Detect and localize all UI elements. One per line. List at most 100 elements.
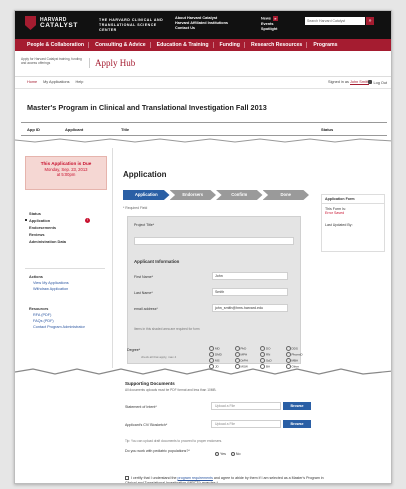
tagline: Apply for Harvard Catalyst training, fun… — [21, 57, 82, 65]
sidebar-item-status[interactable]: Status — [29, 210, 66, 217]
statement-browse-button[interactable]: Browse — [283, 402, 311, 410]
sidebar-item-admin-data[interactable]: Administration Data — [29, 238, 66, 245]
sidebar-item-application[interactable]: Application — [25, 217, 66, 224]
applicant-fields-box: Project Title* Applicant Information Fir… — [127, 216, 301, 364]
first-name-label: First Name* — [134, 275, 153, 279]
resources-section: Resources RFA (PDF) FAQs (PDF) Contact P… — [29, 306, 89, 330]
page-title: Apply Hub — [89, 58, 135, 68]
supporting-documents-heading: Supporting Documents — [125, 381, 175, 386]
breadcrumb-my-applications[interactable]: My Applications — [43, 80, 69, 84]
statement-file-input[interactable]: Upload a File — [211, 402, 281, 410]
degree-option[interactable]: PhD — [235, 346, 261, 351]
program-requirements-link[interactable]: program requirements — [178, 476, 213, 480]
applicant-info-heading: Applicant Information — [134, 259, 180, 264]
nav-item-research[interactable]: Research Resources — [247, 42, 308, 48]
center-name: THE HARVARD CLINICAL AND TRANSLATIONAL S… — [99, 18, 164, 32]
due-time: at 5:00pm — [56, 172, 76, 177]
actions-section: Actions View My Applications Withdraw Ap… — [29, 274, 69, 292]
nav-item-funding[interactable]: Funding — [216, 42, 245, 48]
right-sidebar: Application Form This Form Is: Error Sav… — [317, 148, 387, 373]
top-links-right: News» Events Spotlight — [261, 16, 278, 32]
degree-option[interactable]: DO — [260, 346, 286, 351]
top-links-left: About Harvard Catalyst Harvard Affiliate… — [175, 16, 228, 31]
logo-line2: CATALYST — [40, 22, 78, 29]
contact-link[interactable]: Contact Us — [175, 26, 228, 31]
rss-icon[interactable]: » — [272, 16, 278, 21]
application-nav: Status Application Endorsements Reviews … — [25, 210, 66, 245]
statement-label: Statement of Intent* — [125, 405, 157, 409]
last-name-input[interactable]: Smith — [212, 288, 288, 296]
withdraw-application-link[interactable]: Withdraw Application — [29, 286, 69, 292]
sidebar-item-reviews[interactable]: Reviews — [29, 231, 66, 238]
degree-option[interactable]: RN — [260, 352, 286, 357]
shield-icon — [25, 16, 36, 30]
pediatric-yes-radio[interactable] — [215, 452, 219, 457]
news-link[interactable]: News — [261, 17, 271, 21]
step-endorsers[interactable]: Endorsers — [169, 190, 216, 200]
degree-option[interactable]: DMD — [209, 352, 235, 357]
degree-option[interactable]: MD — [209, 346, 235, 351]
nav-item-consulting[interactable]: Consulting & Advice — [91, 42, 151, 48]
nav-item-education[interactable]: Education & Training — [153, 42, 214, 48]
degree-option[interactable]: DDS — [286, 346, 312, 351]
nav-item-people[interactable]: People & Collaboration — [23, 42, 90, 48]
email-label: email address* — [134, 307, 158, 311]
fields-note: Items in this shaded area are required f… — [134, 327, 200, 331]
first-name-input[interactable]: John — [212, 272, 288, 280]
col-status: Status — [321, 127, 334, 132]
upload-tip: Tip: You can upload draft documents to p… — [125, 439, 223, 443]
torn-edge-divider — [15, 138, 391, 143]
application-form: Application Application Endorsers Confir… — [119, 148, 309, 373]
logout-button[interactable]: Log Out — [368, 80, 387, 85]
step-done[interactable]: Done — [262, 190, 309, 200]
spotlight-link[interactable]: Spotlight — [261, 27, 278, 32]
sidebar-item-endorsements[interactable]: Endorsements — [29, 224, 66, 231]
logout-icon — [368, 80, 373, 84]
degree-option[interactable]: MPH — [235, 352, 261, 357]
degree-option[interactable]: DrPH — [235, 358, 261, 363]
pediatric-no-radio[interactable] — [230, 452, 235, 457]
left-sidebar: This Application is Due Monday, Sep. 23,… — [21, 148, 113, 368]
col-app-id: App ID — [27, 127, 40, 132]
cv-file-input[interactable]: Upload a File — [211, 420, 281, 428]
application-table-header: App ID Applicant Title Status — [21, 122, 387, 136]
degree-label: Degree* — [127, 348, 141, 352]
email-input[interactable]: john_smith@hms.harvard.edu — [212, 304, 288, 312]
breadcrumb-bar: Home My Applications Help Signed in as J… — [15, 77, 391, 89]
col-applicant: Applicant — [65, 127, 84, 132]
main-nav: People & Collaboration Consulting & Advi… — [15, 39, 391, 51]
error-badge: ! — [85, 218, 90, 223]
form-heading: Application — [123, 170, 167, 179]
degree-hint: check all that apply, max 4 — [141, 355, 177, 359]
page-sheet: HARVARD CATALYST THE HARVARD CLINICAL AN… — [14, 10, 392, 484]
torn-edge-divider-lower — [15, 368, 391, 375]
harvard-catalyst-logo[interactable]: HARVARD CATALYST — [25, 16, 78, 30]
project-title-label: Project Title* — [134, 223, 155, 227]
breadcrumb: Home My Applications Help — [27, 80, 83, 84]
nav-item-programs[interactable]: Programs — [309, 42, 341, 48]
col-title: Title — [121, 127, 130, 132]
project-title-input[interactable] — [134, 237, 294, 245]
progress-steps: Application Endorsers Confirm Done — [123, 190, 309, 200]
pediatric-question: Do you work with pediatric populations?* — [125, 449, 190, 453]
application-form-status: Application Form This Form Is: Error Sav… — [321, 194, 385, 252]
step-confirm[interactable]: Confirm — [216, 190, 263, 200]
user-link[interactable]: John Smith — [350, 80, 369, 84]
cv-label: Applicant's CV/ Biosketch* — [125, 423, 168, 427]
contact-admin-link[interactable]: Contact Program Administrator — [29, 324, 89, 330]
degree-option[interactable]: PharmD — [286, 352, 312, 357]
breadcrumb-home[interactable]: Home — [27, 80, 37, 84]
breadcrumb-help[interactable]: Help — [76, 80, 84, 84]
search-button[interactable]: » — [366, 17, 374, 25]
cv-browse-button[interactable]: Browse — [283, 420, 311, 428]
search-input[interactable]: Search Harvard Catalyst — [305, 17, 365, 25]
sub-header: Apply for Harvard Catalyst training, fun… — [15, 51, 391, 77]
divider — [25, 268, 105, 269]
last-name-label: Last Name* — [134, 291, 153, 295]
supporting-documents-note: All documents uploads must be PDF format… — [125, 388, 217, 392]
degree-option[interactable]: MBA — [286, 358, 312, 363]
consent-checkbox[interactable] — [125, 476, 129, 481]
degree-option[interactable]: ScD — [260, 358, 286, 363]
degree-option[interactable]: MS — [209, 358, 235, 363]
step-application[interactable]: Application — [123, 190, 170, 200]
